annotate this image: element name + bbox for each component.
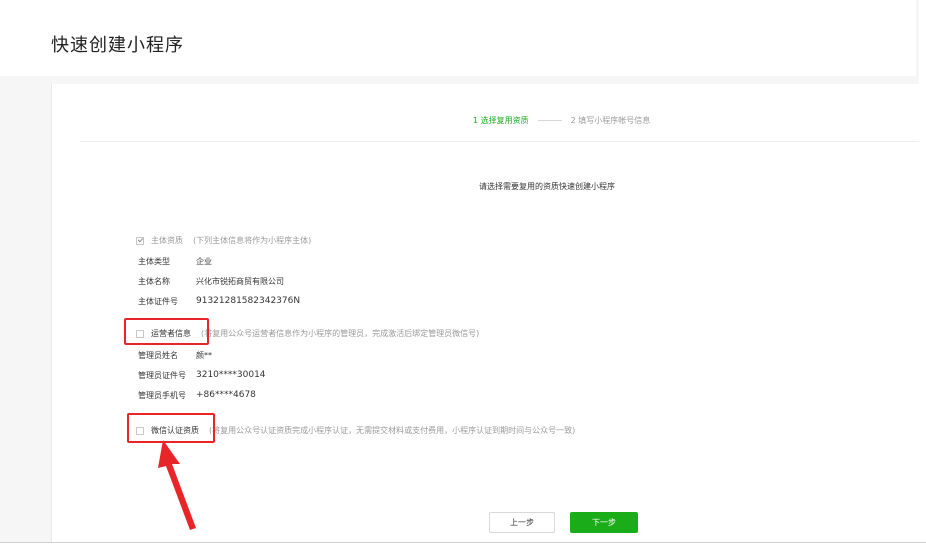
field-value: 兴化市锐拓商贸有限公司 [196, 277, 284, 286]
operator-hint: (将复用公众号运营者信息作为小程序的管理员，完成激活后绑定管理员微信号) [201, 329, 480, 338]
field-key: 主体类型 [138, 257, 170, 266]
field-key: 管理员姓名 [138, 351, 178, 360]
field-admin-id: 管理员证件号 3210****30014 [138, 370, 266, 381]
field-key: 主体名称 [138, 277, 170, 286]
field-value: 91321281582342376N [196, 296, 301, 306]
highlight-box-operator [124, 318, 209, 345]
bottom-strip [0, 542, 926, 560]
field-admin-phone: 管理员手机号 +86****4678 [138, 390, 256, 401]
verify-hint: (将复用公众号认证资质完成小程序认证，无需提交材料或支付费用，小程序认证到期时间… [209, 426, 576, 435]
field-key: 管理员证件号 [138, 371, 186, 380]
field-value: 颜** [196, 351, 212, 360]
intro-text: 请选择需要复用的资质快速创建小程序 [479, 182, 615, 191]
page-header: 快速创建小程序 [0, 0, 916, 76]
field-value: 企业 [196, 257, 212, 266]
page-title: 快速创建小程序 [51, 35, 184, 56]
field-key: 管理员手机号 [138, 391, 186, 400]
subject-checkbox[interactable] [136, 236, 144, 245]
subject-label: 主体资质 [151, 236, 183, 245]
subject-option[interactable]: 主体资质 (下列主体信息将作为小程序主体) [136, 235, 311, 246]
field-value: +86****4678 [196, 390, 256, 400]
field-admin-name: 管理员姓名 颜** [138, 350, 212, 361]
prev-button[interactable]: 上一步 [489, 512, 555, 533]
field-key: 主体证件号 [138, 297, 178, 306]
step-2-label: 2 填写小程序帐号信息 [570, 116, 651, 125]
next-button[interactable]: 下一步 [570, 512, 638, 533]
highlight-box-verify [127, 413, 215, 443]
step-indicator: 1 选择复用资质 2 填写小程序帐号信息 [473, 115, 650, 126]
subject-hint: (下列主体信息将作为小程序主体) [193, 236, 312, 245]
right-edge [919, 0, 926, 542]
field-subject-name: 主体名称 兴化市锐拓商贸有限公司 [138, 276, 284, 287]
annotation-arrow-icon [158, 440, 196, 530]
step-connector [537, 120, 562, 121]
field-subject-id: 主体证件号 91321281582342376N [138, 296, 300, 307]
divider [80, 141, 919, 142]
field-subject-type: 主体类型 企业 [138, 256, 212, 267]
step-1-label: 1 选择复用资质 [473, 116, 529, 125]
field-value: 3210****30014 [196, 370, 266, 380]
